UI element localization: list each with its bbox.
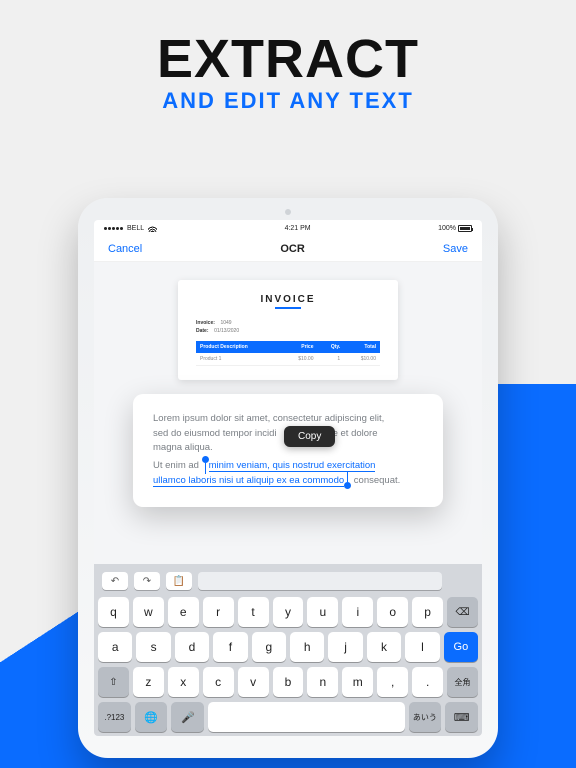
ocr-line[interactable]: consequat. (351, 475, 400, 486)
suggestion-bar[interactable] (198, 572, 442, 590)
key-d[interactable]: d (175, 632, 209, 662)
key-period[interactable]: . (412, 667, 443, 697)
ipad-screen: BELL 4:21 PM 100% Cancel OCR Save (94, 220, 482, 736)
ocr-line[interactable]: re et dolore (329, 428, 377, 439)
headline-main: EXTRACT (0, 28, 576, 90)
page-title: OCR (280, 243, 304, 255)
ocr-selection[interactable]: minim veniam, quis nostrud exercitation (209, 460, 376, 472)
key-i[interactable]: i (342, 597, 373, 627)
redo-button[interactable]: ↷ (134, 572, 160, 590)
key-row-2: a s d f g h j k l Go (98, 632, 478, 662)
on-screen-keyboard: ↶ ↷ 📋 q w e r t y u i o p ⌫ (94, 564, 482, 736)
ocr-line[interactable]: Ut enim ad (153, 460, 202, 471)
key-p[interactable]: p (412, 597, 443, 627)
battery-icon: 100% (438, 225, 472, 232)
key-l[interactable]: l (405, 632, 439, 662)
globe-key[interactable]: 🌐 (135, 702, 168, 732)
keyboard-toolbar: ↶ ↷ 📋 (98, 570, 478, 592)
status-bar: BELL 4:21 PM 100% (94, 220, 482, 236)
ocr-text-card[interactable]: Lorem ipsum dolor sit amet, consectetur … (133, 394, 443, 507)
key-b[interactable]: b (273, 667, 304, 697)
key-c[interactable]: c (203, 667, 234, 697)
key-q[interactable]: q (98, 597, 129, 627)
clock: 4:21 PM (285, 225, 311, 232)
key-row-3: ⇧ z x c v b n m , . 全角 (98, 667, 478, 697)
key-r[interactable]: r (203, 597, 234, 627)
mic-icon: 🎤 (181, 711, 195, 724)
key-m[interactable]: m (342, 667, 373, 697)
space-key[interactable] (208, 702, 404, 732)
key-u[interactable]: u (307, 597, 338, 627)
workspace: INVOICE Invoice: 1049 Date: 01/13/2020 P… (94, 262, 482, 564)
key-n[interactable]: n (307, 667, 338, 697)
copy-button[interactable]: Copy (298, 431, 321, 442)
carrier-label: BELL (127, 225, 144, 232)
nav-bar: Cancel OCR Save (94, 236, 482, 262)
mic-key[interactable]: 🎤 (171, 702, 204, 732)
numbers-key[interactable]: .?123 (98, 702, 131, 732)
headline-sub: AND EDIT ANY TEXT (0, 88, 576, 114)
invoice-meta: Invoice: 1049 Date: 01/13/2020 (196, 319, 380, 335)
invoice-title: INVOICE (196, 294, 380, 305)
key-w[interactable]: w (133, 597, 164, 627)
invoice-table: Product Description Price Qty. Total Pro… (196, 341, 380, 366)
key-v[interactable]: v (238, 667, 269, 697)
clipboard-icon: 📋 (173, 576, 185, 587)
key-y[interactable]: y (273, 597, 304, 627)
ocr-line[interactable]: sed do eiusmod tempor incidi (153, 428, 277, 439)
table-row: Product 1 $10.00 1 $10.00 (196, 353, 380, 366)
ocr-line[interactable]: Lorem ipsum dolor sit amet, consectetur … (153, 413, 384, 424)
keyboard-hide-icon: ⌨ (454, 711, 470, 724)
battery-percent: 100% (438, 225, 456, 232)
key-t[interactable]: t (238, 597, 269, 627)
key-comma[interactable]: , (377, 667, 408, 697)
selection-handle-start-icon[interactable] (202, 456, 209, 463)
key-row-1: q w e r t y u i o p ⌫ (98, 597, 478, 627)
title-underline (275, 307, 301, 309)
backspace-icon: ⌫ (455, 607, 469, 618)
wifi-icon (148, 225, 157, 232)
key-e[interactable]: e (168, 597, 199, 627)
key-z[interactable]: z (133, 667, 164, 697)
key-x[interactable]: x (168, 667, 199, 697)
invoice-document: INVOICE Invoice: 1049 Date: 01/13/2020 P… (178, 280, 398, 380)
shift-key[interactable]: ⇧ (98, 667, 129, 697)
key-g[interactable]: g (252, 632, 286, 662)
fullwidth-key[interactable]: 全角 (447, 667, 478, 697)
selection-handle-end-icon[interactable] (344, 482, 351, 489)
key-o[interactable]: o (377, 597, 408, 627)
hide-keyboard-key[interactable]: ⌨ (445, 702, 478, 732)
kana-key[interactable]: あいう (409, 702, 442, 732)
key-a[interactable]: a (98, 632, 132, 662)
copy-popover[interactable]: Copy (284, 426, 335, 447)
save-button[interactable]: Save (443, 243, 468, 255)
key-f[interactable]: f (213, 632, 247, 662)
toolbar-spacer (448, 572, 474, 590)
backspace-key[interactable]: ⌫ (447, 597, 478, 627)
go-key[interactable]: Go (444, 632, 478, 662)
shift-icon: ⇧ (109, 677, 117, 688)
undo-button[interactable]: ↶ (102, 572, 128, 590)
ocr-selection[interactable]: ullamco laboris nisi ut aliquip ex ea co… (153, 475, 344, 487)
signal-dots-icon (104, 227, 123, 230)
cancel-button[interactable]: Cancel (108, 243, 142, 255)
key-j[interactable]: j (328, 632, 362, 662)
key-row-4: .?123 🌐 🎤 あいう ⌨ (98, 702, 478, 732)
key-h[interactable]: h (290, 632, 324, 662)
key-k[interactable]: k (367, 632, 401, 662)
ocr-line[interactable]: magna aliqua. (153, 442, 213, 453)
promo-stage: EXTRACT AND EDIT ANY TEXT BELL 4:21 PM 1… (0, 0, 576, 768)
globe-icon: 🌐 (144, 711, 158, 724)
ipad-device-frame: BELL 4:21 PM 100% Cancel OCR Save (78, 198, 498, 758)
key-s[interactable]: s (136, 632, 170, 662)
headline: EXTRACT AND EDIT ANY TEXT (0, 28, 576, 114)
paste-button[interactable]: 📋 (166, 572, 192, 590)
